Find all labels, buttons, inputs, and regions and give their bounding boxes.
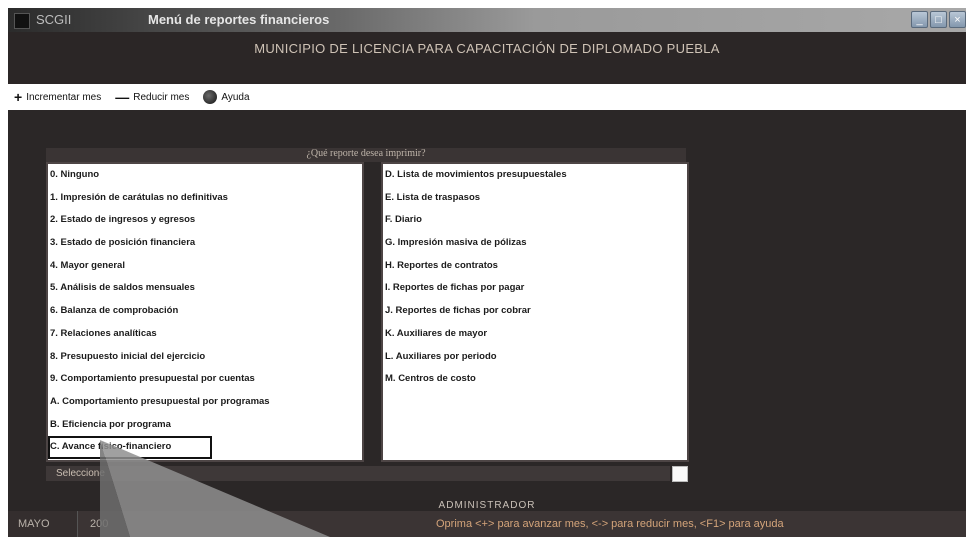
report-option-selected[interactable]: C. Avance físico-financiero bbox=[48, 436, 212, 459]
report-option[interactable]: 5. Análisis de saldos mensuales bbox=[48, 277, 362, 300]
selection-input[interactable]: Seleccione bbox=[46, 466, 670, 481]
app-name: SCGII bbox=[36, 12, 72, 27]
report-option[interactable]: E. Lista de traspasos bbox=[383, 187, 687, 210]
window-controls: _ □ × bbox=[911, 11, 966, 28]
report-option[interactable]: B. Eficiencia por programa bbox=[48, 414, 362, 437]
organization-name: MUNICIPIO DE LICENCIA PARA CAPACITACIÓN … bbox=[254, 41, 720, 56]
report-option[interactable]: K. Auxiliares de mayor bbox=[383, 323, 687, 346]
report-option[interactable]: L. Auxiliares por periodo bbox=[383, 346, 687, 369]
plus-icon: + bbox=[14, 89, 23, 105]
decrement-month-button[interactable]: — Reducir mes bbox=[115, 89, 190, 105]
report-option[interactable]: 8. Presupuesto inicial del ejercicio bbox=[48, 346, 362, 369]
report-list-left: 0. Ninguno 1. Impresión de carátulas no … bbox=[46, 162, 364, 462]
user-role: ADMINISTRADOR bbox=[438, 500, 536, 511]
current-year: 200 bbox=[90, 518, 109, 530]
help-label: Ayuda bbox=[221, 91, 250, 103]
report-option[interactable]: 9. Comportamiento presupuestal por cuent… bbox=[48, 368, 362, 391]
minimize-icon[interactable]: _ bbox=[911, 11, 928, 28]
report-option[interactable]: I. Reportes de fichas por pagar bbox=[383, 277, 687, 300]
help-globe-icon bbox=[203, 90, 218, 104]
report-option[interactable]: 6. Balanza de comprobación bbox=[48, 300, 362, 323]
report-option[interactable]: A. Comportamiento presupuestal por progr… bbox=[48, 391, 362, 414]
report-option[interactable]: H. Reportes de contratos bbox=[383, 255, 687, 278]
status-bar: MAYO 200 Oprima <+> para avanzar mes, <-… bbox=[8, 511, 966, 537]
close-icon[interactable]: × bbox=[949, 11, 966, 28]
report-option[interactable]: 0. Ninguno bbox=[48, 164, 362, 187]
increment-month-button[interactable]: + Incrementar mes bbox=[14, 89, 102, 105]
report-option[interactable]: 3. Estado de posición financiera bbox=[48, 232, 362, 255]
app-window: SCGII Menú de reportes financieros _ □ ×… bbox=[8, 8, 966, 537]
help-button[interactable]: Ayuda bbox=[203, 90, 250, 104]
title-bar[interactable]: SCGII Menú de reportes financieros _ □ × bbox=[8, 8, 966, 32]
report-option[interactable]: 1. Impresión de carátulas no definitivas bbox=[48, 187, 362, 210]
report-list-right: D. Lista de movimientos presupuestales E… bbox=[381, 162, 689, 462]
report-question: ¿Qué reporte desea imprimir? bbox=[46, 148, 686, 162]
keyboard-hint: Oprima <+> para avanzar mes, <-> para re… bbox=[436, 518, 784, 530]
selection-label: Seleccione bbox=[56, 468, 105, 479]
report-option[interactable]: D. Lista de movimientos presupuestales bbox=[383, 164, 687, 187]
increment-month-label: Incrementar mes bbox=[26, 91, 102, 103]
maximize-icon[interactable]: □ bbox=[930, 11, 947, 28]
report-option[interactable]: 2. Estado de ingresos y egresos bbox=[48, 209, 362, 232]
report-option[interactable]: 4. Mayor general bbox=[48, 255, 362, 278]
report-option[interactable]: G. Impresión masiva de pólizas bbox=[383, 232, 687, 255]
report-option[interactable]: F. Diario bbox=[383, 209, 687, 232]
current-month: MAYO bbox=[8, 511, 78, 537]
window-title: Menú de reportes financieros bbox=[148, 12, 330, 27]
toolbar: + Incrementar mes — Reducir mes Ayuda bbox=[8, 84, 966, 110]
report-option[interactable]: M. Centros de costo bbox=[383, 368, 687, 391]
report-option[interactable]: J. Reportes de fichas por cobrar bbox=[383, 300, 687, 323]
app-icon bbox=[14, 13, 30, 29]
report-option[interactable]: 7. Relaciones analíticas bbox=[48, 323, 362, 346]
header-band: MUNICIPIO DE LICENCIA PARA CAPACITACIÓN … bbox=[8, 32, 966, 84]
main-panel: ¿Qué reporte desea imprimir? 0. Ninguno … bbox=[8, 110, 966, 500]
selection-box[interactable] bbox=[672, 466, 688, 482]
minus-icon: — bbox=[115, 89, 130, 105]
decrement-month-label: Reducir mes bbox=[133, 91, 190, 103]
